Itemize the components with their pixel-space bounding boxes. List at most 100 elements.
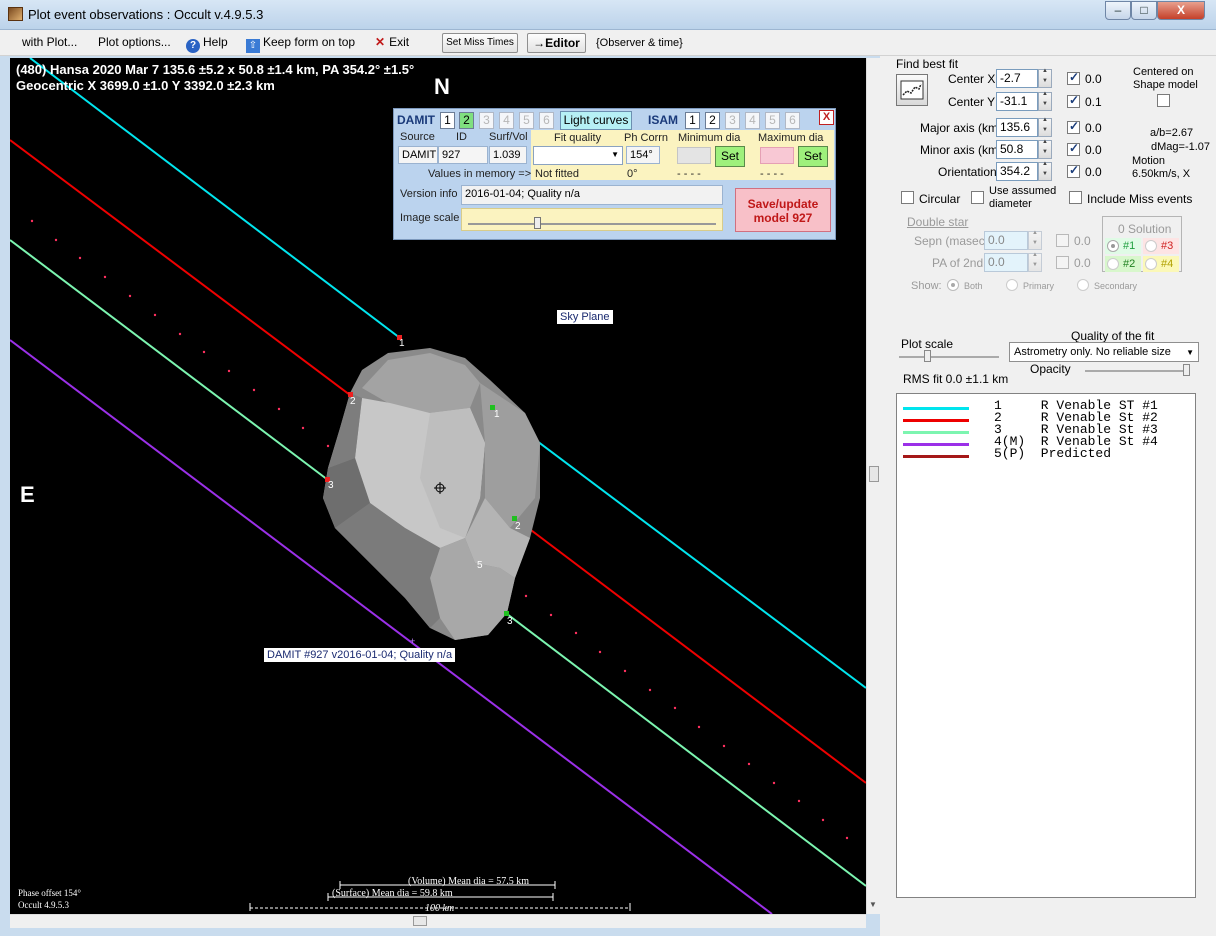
center-x-spinner[interactable] <box>1038 68 1052 88</box>
damit-model-6[interactable]: 6 <box>539 112 554 129</box>
isam-model-4[interactable]: 4 <box>745 112 760 129</box>
plot-scale-slider[interactable] <box>897 350 1001 364</box>
legend-row-5[interactable]: 5(P) Predicted <box>897 447 1195 462</box>
major-axis-input[interactable]: 135.6 <box>996 118 1038 137</box>
isam-model-5[interactable]: 5 <box>765 112 780 129</box>
include-miss-events-checkbox[interactable] <box>1069 191 1082 204</box>
pa2-checkbox[interactable] <box>1056 256 1069 269</box>
plot-scale-thumb[interactable] <box>924 350 931 362</box>
damit-model-4[interactable]: 4 <box>499 112 514 129</box>
opacity-thumb[interactable] <box>1183 364 1190 376</box>
exit-icon: ✕ <box>375 35 386 49</box>
show-both-radio[interactable] <box>947 279 959 291</box>
use-assumed-diameter-checkbox[interactable] <box>971 191 984 204</box>
show-primary-radio[interactable] <box>1006 279 1018 291</box>
center-y-spinner[interactable] <box>1038 91 1052 111</box>
minor-axis-checkbox[interactable] <box>1067 141 1080 156</box>
close-button[interactable]: X <box>1157 1 1205 20</box>
memory-ph-value: 0° <box>627 168 638 180</box>
hscroll-thumb[interactable] <box>413 916 427 926</box>
image-scale-label: Image scale <box>400 212 460 224</box>
orientation-spinner[interactable] <box>1038 161 1052 181</box>
damit-model-2[interactable]: 2 <box>459 112 474 129</box>
major-axis-checkbox[interactable] <box>1067 119 1080 134</box>
show-both-label: Both <box>964 281 983 291</box>
set-min-dia-button[interactable]: Set <box>715 146 745 167</box>
opacity-slider[interactable] <box>1083 364 1193 378</box>
save-update-model-button[interactable]: Save/update model 927 <box>735 188 831 232</box>
centered-on-shape-checkbox[interactable] <box>1157 94 1170 107</box>
circular-label: Circular <box>919 192 961 206</box>
col-max-dia-label: Maximum dia <box>758 132 824 144</box>
orientation-checkbox[interactable] <box>1067 163 1080 178</box>
plot-vertical-scrollbar[interactable]: ▼ <box>866 58 880 914</box>
min-dia-field[interactable] <box>677 147 711 164</box>
chord-line-3a <box>10 239 329 481</box>
maximize-button[interactable]: □ <box>1131 1 1157 20</box>
version-info-value: 2016-01-04; Quality n/a <box>461 185 723 205</box>
center-y-input[interactable]: -31.1 <box>996 92 1038 111</box>
center-x-checkbox[interactable] <box>1067 70 1080 85</box>
minor-axis-spinner[interactable] <box>1038 139 1052 159</box>
pa2-spinner[interactable] <box>1028 252 1042 272</box>
isam-model-6[interactable]: 6 <box>785 112 800 129</box>
light-curves-button[interactable]: Light curves <box>560 111 632 130</box>
menu-keep-on-top[interactable]: ⇧ Keep form on top <box>246 35 355 53</box>
isam-title: ISAM <box>648 113 678 127</box>
center-x-input[interactable]: -2.7 <box>996 69 1038 88</box>
model-label: DAMIT #927 v2016-01-04; Quality n/a <box>264 648 456 662</box>
scroll-down-icon[interactable]: ▼ <box>869 900 877 909</box>
menu-with-plot[interactable]: with Plot... <box>22 35 77 49</box>
damit-model-3[interactable]: 3 <box>479 112 494 129</box>
minimize-button[interactable]: – <box>1105 1 1131 20</box>
set-max-dia-button[interactable]: Set <box>798 146 828 167</box>
center-y-checkbox[interactable] <box>1067 93 1080 108</box>
fit-quality-dropdown[interactable]: ▼ <box>533 146 623 165</box>
isam-model-1[interactable]: 1 <box>685 112 700 129</box>
max-dia-field[interactable] <box>760 147 794 164</box>
pa2-input[interactable]: 0.0 <box>984 253 1028 272</box>
observer-legend-list[interactable]: 1 R Venable ST #1 2 R Venable St #2 3 R … <box>896 393 1196 898</box>
editor-button[interactable]: →Editor <box>527 33 586 53</box>
sepn-checkbox[interactable] <box>1056 234 1069 247</box>
quality-of-fit-label: Quality of the fit <box>1071 329 1155 343</box>
solution-2-radio[interactable] <box>1107 258 1119 270</box>
orientation-uncertainty: 0.0 <box>1085 165 1102 179</box>
quality-of-fit-dropdown[interactable]: Astrometry only. No reliable size ▼ <box>1009 342 1199 362</box>
circular-checkbox[interactable] <box>901 191 914 204</box>
solution-1-radio[interactable] <box>1107 240 1119 252</box>
menu-plot-options[interactable]: Plot options... <box>98 35 171 49</box>
chord-line-2a <box>10 139 351 396</box>
plot-horizontal-scrollbar[interactable] <box>10 914 866 928</box>
help-icon: ? <box>186 39 200 53</box>
double-star-label: Double star <box>907 215 969 229</box>
solution-3-radio[interactable] <box>1145 240 1157 252</box>
minor-axis-input[interactable]: 50.8 <box>996 140 1038 159</box>
legend-line-5 <box>903 455 969 458</box>
image-scale-slider[interactable] <box>461 208 723 231</box>
solution-4-label: #4 <box>1161 258 1174 270</box>
rms-fit-label: RMS fit 0.0 ±1.1 km <box>903 372 1009 386</box>
isam-model-2[interactable]: 2 <box>705 112 720 129</box>
sepn-spinner[interactable] <box>1028 230 1042 250</box>
show-secondary-label: Secondary <box>1094 281 1138 291</box>
set-miss-times-button[interactable]: Set Miss Times <box>442 33 518 53</box>
damit-close-button[interactable]: X <box>819 110 834 125</box>
isam-model-3[interactable]: 3 <box>725 112 740 129</box>
orientation-input[interactable]: 354.2 <box>996 162 1038 181</box>
damit-model-1[interactable]: 1 <box>440 112 455 129</box>
panel-splitter-handle[interactable] <box>869 466 879 482</box>
major-axis-spinner[interactable] <box>1038 117 1052 137</box>
menu-exit[interactable]: ✕ Exit <box>375 35 409 49</box>
best-fit-button[interactable] <box>896 74 928 106</box>
centered-on-label-2: Shape model <box>1133 79 1198 91</box>
solution-4-radio[interactable] <box>1145 258 1157 270</box>
damit-model-5[interactable]: 5 <box>519 112 534 129</box>
slider-track <box>468 223 716 225</box>
sepn-input[interactable]: 0.0 <box>984 231 1028 250</box>
menu-help[interactable]: ? Help <box>186 35 228 53</box>
opacity-label: Opacity <box>1030 362 1071 376</box>
scale-bar-label: 100 km <box>425 903 455 914</box>
slider-thumb[interactable] <box>534 217 541 229</box>
show-secondary-radio[interactable] <box>1077 279 1089 291</box>
